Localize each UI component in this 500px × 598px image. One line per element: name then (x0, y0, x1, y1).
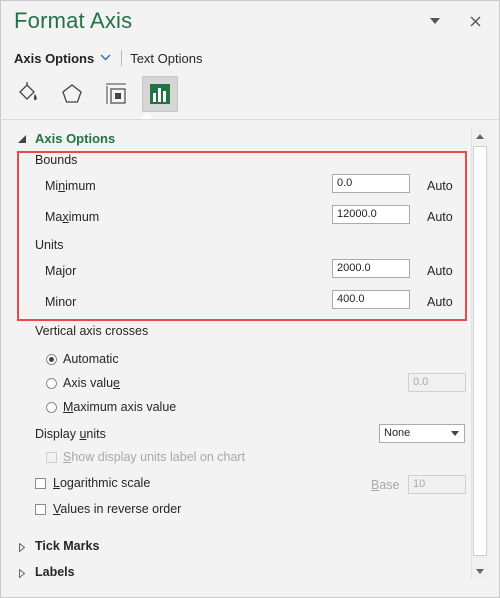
content-divider (0, 119, 498, 120)
maximum-axis-value-label[interactable]: Maximum axis value (63, 400, 176, 414)
logarithmic-scale-checkbox[interactable] (35, 478, 46, 489)
pane-options-button[interactable] (424, 10, 446, 32)
radio-maximum-axis-value[interactable] (46, 402, 57, 413)
tab-text-options[interactable]: Text Options (130, 51, 202, 66)
dropdown-arrow-icon (451, 431, 459, 436)
vertical-axis-crosses-label: Vertical axis crosses (35, 324, 149, 338)
section-tick-marks[interactable]: Tick Marks (35, 539, 99, 553)
caret-down-icon (430, 18, 440, 24)
selected-tab-pointer (140, 112, 154, 119)
collapsed-triangle-icon[interactable] (19, 567, 26, 581)
close-icon (470, 16, 480, 26)
tab-axis-options[interactable]: Axis Options (14, 51, 94, 66)
radio-selected-dot (49, 357, 54, 362)
show-units-label-text: Show display units label on chart (63, 450, 246, 464)
base-input[interactable]: 10 (408, 475, 466, 494)
section-labels[interactable]: Labels (35, 565, 75, 579)
size-properties-button[interactable] (98, 76, 134, 112)
radio-axis-value[interactable] (46, 378, 57, 389)
fill-line-icon (19, 82, 37, 101)
display-units-label: Display units (35, 427, 106, 441)
section-axis-options[interactable]: Axis Options (35, 131, 115, 146)
scroll-down-button[interactable] (472, 563, 488, 579)
logarithmic-scale-label[interactable]: Logarithmic scale (53, 476, 150, 490)
options-tabs: Axis Options Text Options (14, 50, 202, 66)
effects-icon (62, 84, 82, 103)
display-units-select[interactable]: None (379, 424, 465, 443)
chevron-down-icon[interactable] (100, 52, 111, 64)
collapsed-triangle-icon[interactable] (19, 541, 26, 555)
axis-options-button[interactable] (142, 76, 178, 112)
tab-separator (121, 50, 123, 66)
automatic-label[interactable]: Automatic (63, 352, 119, 366)
category-icon-bar (10, 76, 178, 112)
scroll-up-button[interactable] (472, 128, 488, 144)
show-units-label-checkbox[interactable] (46, 452, 57, 463)
scrollbar[interactable] (471, 128, 488, 579)
pane-title: Format Axis (14, 8, 133, 33)
expanded-triangle-icon[interactable] (18, 133, 27, 147)
axis-value-input[interactable]: 0.0 (408, 373, 466, 392)
radio-automatic[interactable] (46, 354, 57, 365)
axis-value-label[interactable]: Axis value (63, 376, 120, 390)
scroll-up-icon (476, 133, 484, 139)
highlight-box (17, 151, 467, 321)
scroll-thumb[interactable] (473, 146, 487, 556)
axis-options-icon (150, 84, 170, 104)
reverse-order-checkbox[interactable] (35, 504, 46, 515)
fill-line-button[interactable] (10, 76, 46, 112)
base-label: Base (371, 478, 400, 492)
close-button[interactable] (464, 10, 486, 32)
scroll-down-icon (476, 568, 484, 574)
display-units-value: None (384, 427, 411, 439)
size-properties-icon (106, 83, 126, 104)
reverse-order-label[interactable]: Values in reverse order (53, 502, 181, 516)
effects-button[interactable] (54, 76, 90, 112)
